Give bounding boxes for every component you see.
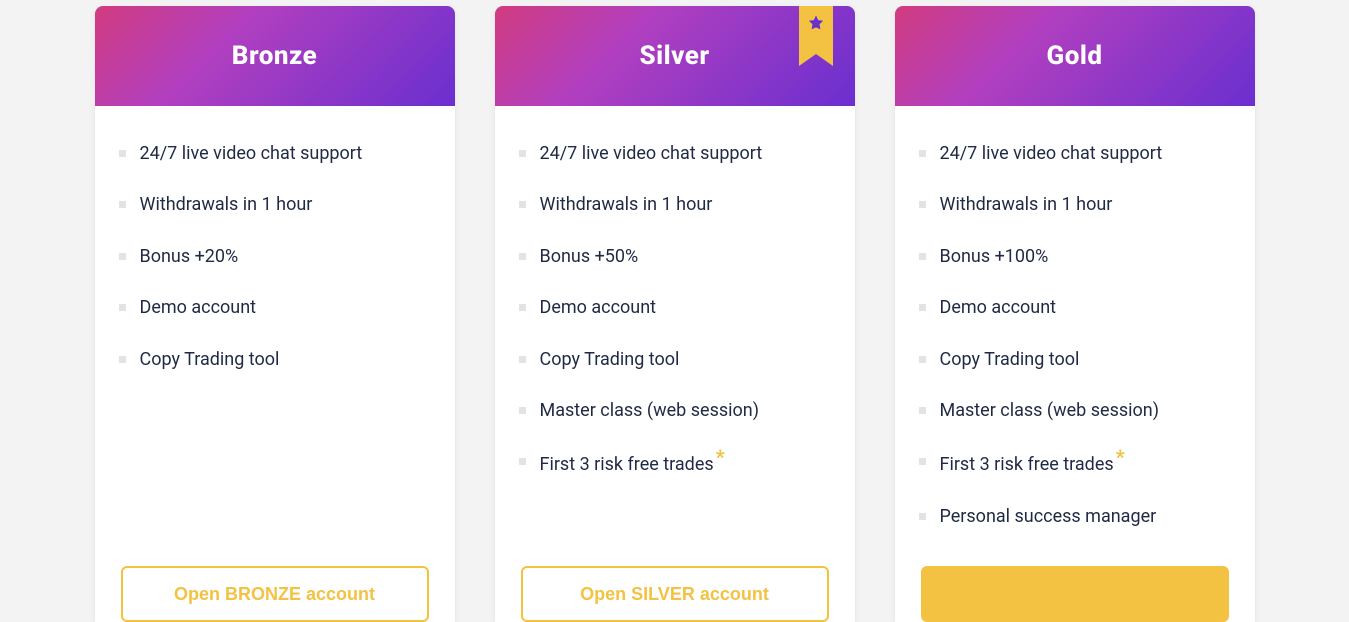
bullet-icon (519, 356, 526, 363)
feature-item: Demo account (919, 296, 1231, 319)
bullet-icon (519, 253, 526, 260)
pricing-row: Bronze 24/7 live video chat support With… (0, 0, 1349, 622)
feature-item: Withdrawals in 1 hour (519, 193, 831, 216)
feature-item: 24/7 live video chat support (119, 142, 431, 165)
feature-text: Copy Trading tool (140, 348, 280, 371)
plan-card-bronze: Bronze 24/7 live video chat support With… (95, 6, 455, 622)
bullet-icon (519, 458, 526, 465)
bullet-icon (919, 356, 926, 363)
feature-text: Bonus +100% (940, 245, 1049, 268)
feature-text: Master class (web session) (940, 399, 1160, 422)
feature-item: Master class (web session) (519, 399, 831, 422)
bullet-icon (119, 201, 126, 208)
plan-title: Bronze (232, 41, 317, 71)
feature-text: Copy Trading tool (940, 348, 1080, 371)
feature-text: Master class (web session) (540, 399, 760, 422)
feature-text: First 3 risk free trades* (540, 450, 725, 476)
feature-item: Demo account (519, 296, 831, 319)
plan-card-silver: Silver 24/7 live video chat support With… (495, 6, 855, 622)
feature-item: Copy Trading tool (919, 348, 1231, 371)
feature-text: Bonus +20% (140, 245, 239, 268)
feature-item: Personal success manager (919, 505, 1231, 528)
bullet-icon (919, 458, 926, 465)
feature-item: Master class (web session) (919, 399, 1231, 422)
cta-wrap: Open BRONZE account (95, 566, 455, 622)
bullet-icon (119, 253, 126, 260)
feature-item: First 3 risk free trades* (519, 450, 831, 476)
feature-text: Demo account (140, 296, 257, 319)
feature-text: Demo account (540, 296, 657, 319)
plan-features: 24/7 live video chat support Withdrawals… (495, 106, 855, 566)
bullet-icon (519, 201, 526, 208)
feature-text: Withdrawals in 1 hour (940, 193, 1113, 216)
feature-text: Demo account (940, 296, 1057, 319)
feature-item: Bonus +50% (519, 245, 831, 268)
feature-item: Withdrawals in 1 hour (119, 193, 431, 216)
plan-title: Gold (1046, 41, 1102, 71)
feature-item: Bonus +20% (119, 245, 431, 268)
bullet-icon (919, 304, 926, 311)
bullet-icon (119, 356, 126, 363)
cta-wrap: Open SILVER account (495, 566, 855, 622)
feature-text: 24/7 live video chat support (940, 142, 1163, 165)
feature-item: First 3 risk free trades* (919, 450, 1231, 476)
bullet-icon (919, 201, 926, 208)
bullet-icon (919, 253, 926, 260)
bullet-icon (919, 407, 926, 414)
feature-item: 24/7 live video chat support (919, 142, 1231, 165)
feature-item: 24/7 live video chat support (519, 142, 831, 165)
feature-item: Withdrawals in 1 hour (919, 193, 1231, 216)
feature-text: 24/7 live video chat support (140, 142, 363, 165)
plan-header: Bronze (95, 6, 455, 106)
plan-features: 24/7 live video chat support Withdrawals… (95, 106, 455, 566)
open-bronze-account-button[interactable]: Open BRONZE account (121, 566, 429, 622)
feature-item: Demo account (119, 296, 431, 319)
bullet-icon (119, 150, 126, 157)
featured-ribbon (799, 6, 833, 54)
asterisk-icon: * (1116, 445, 1125, 469)
bullet-icon (919, 513, 926, 520)
bullet-icon (519, 304, 526, 311)
feature-text: Withdrawals in 1 hour (140, 193, 313, 216)
cta-wrap (895, 566, 1255, 622)
feature-item: Copy Trading tool (519, 348, 831, 371)
plan-title: Silver (639, 41, 709, 71)
bullet-icon (919, 150, 926, 157)
feature-text: 24/7 live video chat support (540, 142, 763, 165)
feature-text: Personal success manager (940, 505, 1157, 528)
feature-item: Copy Trading tool (119, 348, 431, 371)
open-gold-account-button[interactable] (921, 566, 1229, 622)
feature-text: First 3 risk free trades* (940, 450, 1125, 476)
bullet-icon (519, 407, 526, 414)
bullet-icon (519, 150, 526, 157)
plan-features: 24/7 live video chat support Withdrawals… (895, 106, 1255, 566)
plan-header: Silver (495, 6, 855, 106)
plan-card-gold: Gold 24/7 live video chat support Withdr… (895, 6, 1255, 622)
star-icon (807, 14, 825, 32)
feature-item: Bonus +100% (919, 245, 1231, 268)
open-silver-account-button[interactable]: Open SILVER account (521, 566, 829, 622)
asterisk-icon: * (716, 445, 725, 469)
feature-text: Copy Trading tool (540, 348, 680, 371)
feature-text: Bonus +50% (540, 245, 639, 268)
plan-header: Gold (895, 6, 1255, 106)
feature-text: Withdrawals in 1 hour (540, 193, 713, 216)
bullet-icon (119, 304, 126, 311)
